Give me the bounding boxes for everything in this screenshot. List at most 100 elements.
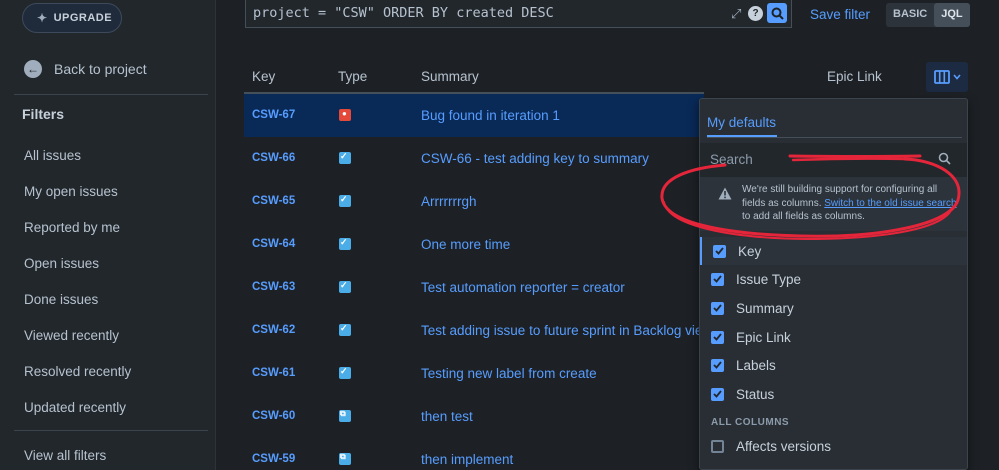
columns-warning-message: We're still building support for configu… — [700, 177, 967, 231]
search-button[interactable] — [767, 3, 787, 23]
search-icon — [771, 7, 784, 20]
task-icon: ✓ — [339, 194, 351, 207]
sidebar-item-my-open-issues[interactable]: My open issues — [24, 184, 118, 199]
column-option-labels[interactable]: Labels — [700, 351, 967, 379]
checkbox-checked-icon[interactable] — [711, 358, 724, 372]
tab-divider — [707, 137, 962, 138]
column-header-epic-link[interactable]: Epic Link — [827, 69, 882, 84]
bug-icon: ● — [339, 109, 351, 121]
jql-query-input[interactable]: project = "CSW" ORDER BY created DESC — [245, 0, 792, 28]
issue-key[interactable]: CSW-66 — [252, 152, 295, 164]
search-placeholder: Search — [710, 152, 753, 167]
sidebar-item-updated-recently[interactable]: Updated recently — [24, 400, 126, 415]
table-row[interactable]: CSW-62 ✓ Test adding issue to future spr… — [244, 309, 704, 352]
column-option-key[interactable]: Key — [700, 237, 967, 265]
sidebar-item-resolved-recently[interactable]: Resolved recently — [24, 364, 131, 379]
back-label: Back to project — [54, 61, 147, 77]
issue-key[interactable]: CSW-59 — [252, 453, 295, 465]
task-icon: ✓ — [339, 366, 351, 379]
column-option-summary[interactable]: Summary — [700, 294, 967, 322]
task-icon: ✓ — [339, 280, 351, 293]
issue-key[interactable]: CSW-63 — [252, 281, 295, 293]
issue-summary[interactable]: Arrrrrrrgh — [421, 194, 704, 209]
column-option-label: Issue Type — [736, 271, 802, 287]
back-to-project-link[interactable]: ← Back to project — [24, 60, 147, 78]
column-picker-panel: My defaults Search We're still building … — [699, 98, 968, 470]
sidebar-divider — [14, 94, 208, 95]
issue-key[interactable]: CSW-61 — [252, 367, 295, 379]
issue-summary[interactable]: CSW-66 - test adding key to summary — [421, 151, 704, 166]
table-row[interactable]: CSW-66 ✓ CSW-66 - test adding key to sum… — [244, 137, 704, 180]
checkbox-checked-icon[interactable] — [711, 301, 724, 315]
old-issue-search-link[interactable]: Switch to the old issue search — [824, 198, 956, 209]
column-option-affects-versions[interactable]: Affects versions — [700, 432, 967, 460]
issue-summary[interactable]: then implement — [421, 452, 704, 467]
subtask-icon: ⧉ — [339, 409, 351, 422]
column-header-key[interactable]: Key — [252, 69, 275, 84]
column-option-epic-link[interactable]: Epic Link — [700, 323, 967, 351]
issue-key[interactable]: CSW-62 — [252, 324, 295, 336]
sidebar-item-reported-by-me[interactable]: Reported by me — [24, 220, 120, 235]
table-row[interactable]: CSW-63 ✓ Test automation reporter = crea… — [244, 266, 704, 309]
warning-icon — [718, 187, 732, 200]
tab-my-defaults[interactable]: My defaults — [707, 115, 776, 130]
table-row[interactable]: CSW-61 ✓ Testing new label from create — [244, 352, 704, 395]
table-row[interactable]: CSW-64 ✓ One more time — [244, 223, 704, 266]
task-icon: ✓ — [339, 323, 351, 336]
sidebar-item-viewed-recently[interactable]: Viewed recently — [24, 328, 119, 343]
task-icon: ✓ — [339, 237, 351, 250]
table-row[interactable]: CSW-60 ⧉ then test — [244, 395, 704, 438]
all-columns-heading: ALL COLUMNS — [711, 417, 790, 428]
filters-heading: Filters — [22, 106, 65, 122]
upgrade-label: UPGRADE — [53, 12, 113, 24]
issue-summary[interactable]: Test automation reporter = creator — [421, 280, 704, 295]
column-option-label: Labels — [736, 357, 776, 373]
issue-key[interactable]: CSW-65 — [252, 195, 295, 207]
expand-icon[interactable]: ⤢ — [731, 6, 741, 22]
checkbox-checked-icon[interactable] — [711, 330, 724, 344]
chevron-down-icon — [952, 74, 961, 80]
issue-summary[interactable]: Bug found in iteration 1 — [421, 108, 704, 123]
issue-navigator: ✦ UPGRADE ← Back to project Filters All … — [0, 0, 999, 470]
checkbox-checked-icon[interactable] — [711, 387, 724, 401]
issue-summary[interactable]: Testing new label from create — [421, 366, 704, 381]
column-header-type[interactable]: Type — [338, 69, 367, 84]
column-option-label: Key — [738, 243, 762, 259]
issue-summary[interactable]: Test adding issue to future sprint in Ba… — [421, 323, 704, 338]
columns-icon — [933, 70, 950, 84]
issue-key[interactable]: CSW-67 — [252, 109, 295, 121]
subtask-icon: ⧉ — [339, 452, 351, 465]
upgrade-button[interactable]: ✦ UPGRADE — [22, 3, 122, 33]
search-mode-toggle: BASIC JQL — [886, 3, 970, 27]
table-row[interactable]: CSW-65 ✓ Arrrrrrrgh — [244, 180, 704, 223]
checkbox-checked-icon[interactable] — [713, 244, 726, 258]
view-all-filters-link[interactable]: View all filters — [24, 448, 106, 463]
sidebar-item-all-issues[interactable]: All issues — [24, 148, 81, 163]
help-icon[interactable]: ? — [748, 6, 763, 21]
column-option-label: Affects versions — [736, 438, 832, 454]
column-header-summary[interactable]: Summary — [421, 69, 479, 84]
checkbox-checked-icon[interactable] — [711, 272, 724, 286]
column-search-input[interactable]: Search — [700, 143, 967, 177]
sidebar: ✦ UPGRADE ← Back to project Filters All … — [0, 0, 216, 470]
table-row[interactable]: CSW-59 ⧉ then implement — [244, 438, 704, 470]
issue-key[interactable]: CSW-60 — [252, 410, 295, 422]
jql-mode-button[interactable]: JQL — [934, 3, 970, 27]
column-option-issue-type[interactable]: Issue Type — [700, 265, 967, 293]
column-option-next[interactable] — [700, 461, 967, 469]
sidebar-divider — [14, 430, 208, 431]
table-row[interactable]: CSW-67 ● Bug found in iteration 1 — [244, 94, 704, 137]
issue-summary[interactable]: then test — [421, 409, 704, 424]
sidebar-item-open-issues[interactable]: Open issues — [24, 256, 99, 271]
checkbox-unchecked-icon[interactable] — [711, 439, 724, 453]
warning-text-end: to add all fields as columns. — [742, 211, 865, 222]
issue-key[interactable]: CSW-64 — [252, 238, 295, 250]
search-icon — [938, 152, 951, 165]
sidebar-item-done-issues[interactable]: Done issues — [24, 292, 98, 307]
save-filter-button[interactable]: Save filter — [810, 7, 870, 22]
task-icon: ✓ — [339, 151, 351, 164]
issue-summary[interactable]: One more time — [421, 237, 704, 252]
basic-mode-button[interactable]: BASIC — [886, 3, 934, 27]
column-picker-button[interactable] — [926, 62, 968, 92]
column-option-status[interactable]: Status — [700, 380, 967, 408]
